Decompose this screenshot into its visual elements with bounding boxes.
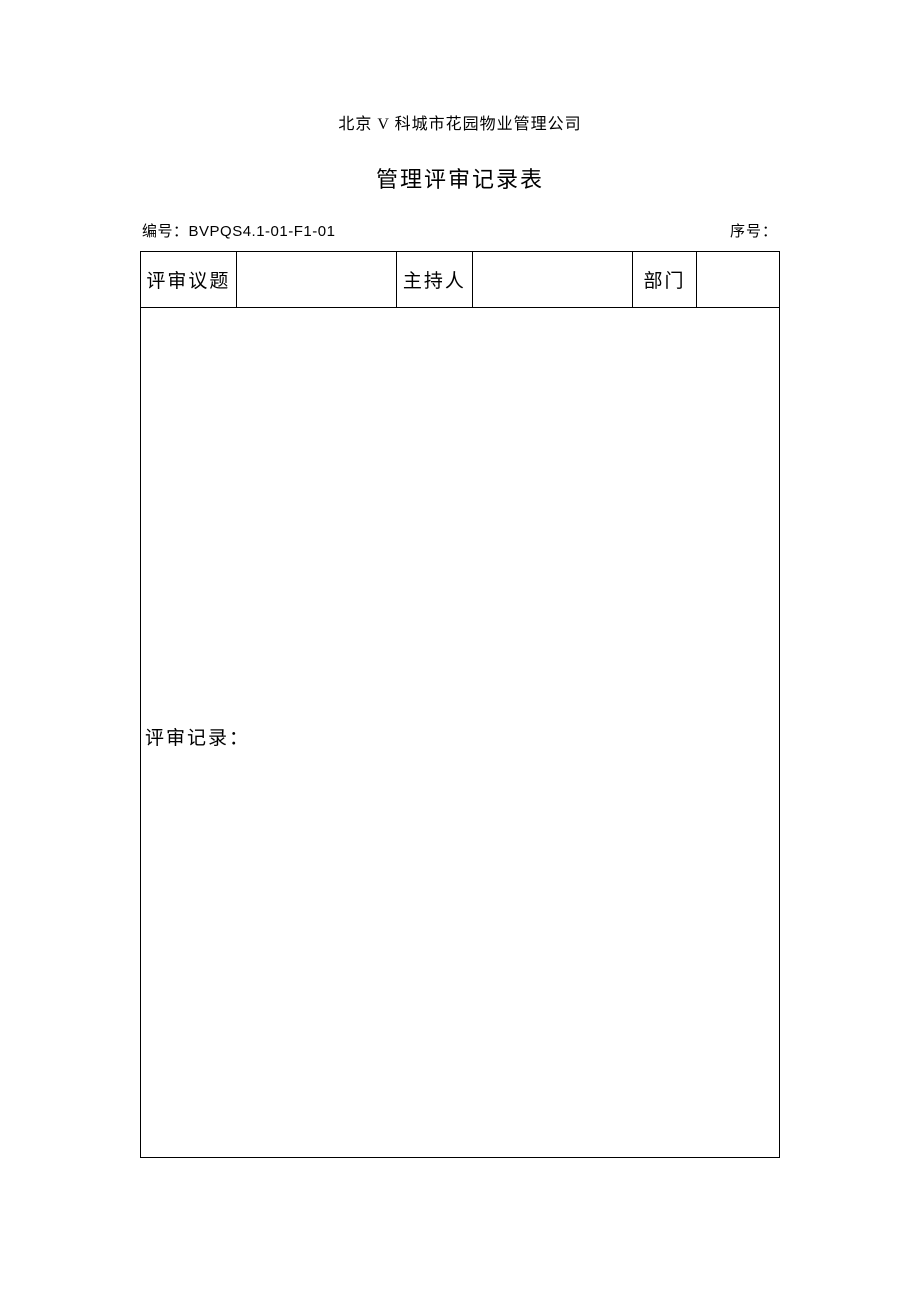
company-name: 北京 V 科城市花园物业管理公司	[140, 110, 780, 134]
host-value-cell	[473, 252, 633, 308]
record-cell: 评审记录：	[141, 308, 780, 1158]
review-form-table: 评审议题 主持人 部门 评审记录：	[140, 251, 780, 1158]
record-row: 评审记录：	[141, 308, 780, 1158]
host-label-cell: 主持人	[396, 252, 473, 308]
topic-value-cell	[236, 252, 396, 308]
dept-label-cell: 部门	[633, 252, 697, 308]
code-label: 编号：	[142, 224, 189, 240]
code-value: BVPQS4.1-01-F1-01	[189, 223, 336, 240]
record-label: 评审记录：	[141, 715, 779, 750]
meta-row: 编号：BVPQS4.1-01-F1-01 序号：	[140, 220, 780, 241]
doc-seq: 序号：	[730, 220, 778, 241]
dept-value-cell	[696, 252, 779, 308]
header-row: 评审议题 主持人 部门	[141, 252, 780, 308]
topic-label-cell: 评审议题	[141, 252, 237, 308]
doc-code: 编号：BVPQS4.1-01-F1-01	[142, 220, 335, 241]
document-title: 管理评审记录表	[140, 162, 780, 194]
seq-label: 序号：	[730, 224, 778, 240]
document-page: 北京 V 科城市花园物业管理公司 管理评审记录表 编号：BVPQS4.1-01-…	[0, 0, 920, 1158]
